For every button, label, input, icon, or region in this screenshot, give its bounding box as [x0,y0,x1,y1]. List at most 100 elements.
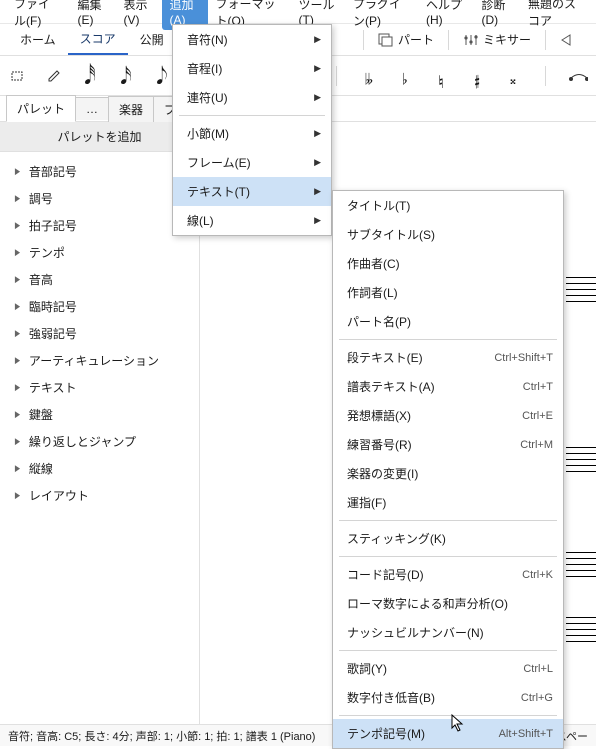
palette-item-label: 縦線 [29,460,53,477]
shortcut-label: Ctrl+K [522,569,553,581]
submenu2-item-3[interactable]: 作詞者(L) [333,278,563,307]
sharp-icon[interactable]: ♯ [467,66,487,86]
tab-instruments[interactable]: 楽器 [108,96,154,122]
chevron-right-icon: ▶ [15,166,20,177]
note-8th-icon[interactable]: 𝅘𝅥𝅮 [152,66,172,86]
submenu1-item-4[interactable]: フレーム(E)▶ [173,148,331,177]
palette-item-label: 臨時記号 [29,298,77,315]
tab-more[interactable]: … [75,97,109,120]
pencil-icon[interactable] [44,66,64,86]
submenu2-item-11[interactable]: スティッキング(K) [333,524,563,553]
chevron-right-icon: ▶ [15,274,20,285]
submenu1-item-6[interactable]: 線(L)▶ [173,206,331,235]
palette-item-1[interactable]: ▶調号 [0,185,199,212]
palette-item-label: テキスト [29,379,77,396]
submenu2-item-17[interactable]: テンポ記号(M)Alt+Shift+T [333,719,563,748]
palette-item-6[interactable]: ▶ 強弱記号 [0,320,199,347]
submenu2-item-4[interactable]: パート名(P) [333,307,563,336]
submenu2-item-7[interactable]: 発想標語(X)Ctrl+E [333,401,563,430]
double-sharp-icon[interactable]: 𝄪 [503,66,523,86]
palette-item-5[interactable]: ▶臨時記号 [0,293,199,320]
submenu2-item-14[interactable]: ナッシュビルナンバー(N) [333,618,563,647]
double-flat-icon[interactable]: 𝄫 [359,66,379,86]
submenu2-item-9[interactable]: 楽器の変更(I) [333,459,563,488]
shortcut-label: Ctrl+G [521,692,553,704]
mixer-icon [463,33,479,47]
submenu1-item-5[interactable]: テキスト(T)▶ [173,177,331,206]
submenu2-item-12[interactable]: コード記号(D)Ctrl+K [333,560,563,589]
chevron-right-icon: ▶ [314,63,321,74]
submenu2-item-13[interactable]: ローマ数字による和声分析(O) [333,589,563,618]
palette-item-11[interactable]: ▶ 縦線 [0,455,199,482]
shortcut-label: Ctrl+E [522,410,553,422]
palette-item-4[interactable]: ▶ 音高 [0,266,199,293]
submenu2-item-8[interactable]: 練習番号(R)Ctrl+M [333,430,563,459]
shortcut-label: Ctrl+Shift+T [494,352,553,364]
chevron-right-icon: ▶ [314,128,321,139]
chevron-right-icon: ▶ [314,34,321,45]
undo-icon[interactable] [552,29,588,51]
chevron-right-icon: ▶ [15,328,20,339]
note-32nd-icon[interactable]: 𝅘𝅥𝅰 [80,66,100,86]
shortcut-label: Ctrl+M [520,439,553,451]
palette-item-label: 繰り返しとジャンプ [29,433,136,450]
palette-item-10[interactable]: ▶ 繰り返しとジャンプ [0,428,199,455]
tie-icon[interactable] [568,66,588,86]
chevron-right-icon: ▶ [314,215,321,226]
mixer-button[interactable]: ミキサー [455,27,539,52]
submenu1-item-3[interactable]: 小節(M)▶ [173,119,331,148]
chevron-right-icon: ▶ [15,382,20,393]
chevron-right-icon: ▶ [15,220,20,231]
submenu1-item-0[interactable]: 音符(N)▶ [173,25,331,54]
palette-item-label: 音部記号 [29,163,77,180]
palette-item-label: 鍵盤 [29,406,53,423]
tab-publish[interactable]: 公開 [128,25,176,54]
chevron-right-icon: ▶ [314,92,321,103]
flat-icon[interactable]: ♭ [395,66,415,86]
submenu2-item-16[interactable]: 数字付き低音(B)Ctrl+G [333,683,563,712]
palette-item-7[interactable]: ▶アーティキュレーション [0,347,199,374]
palette-item-2[interactable]: ▶ 拍子記号 [0,212,199,239]
submenu2-item-10[interactable]: 運指(F) [333,488,563,517]
palette-item-label: 拍子記号 [29,217,77,234]
shortcut-label: Ctrl+L [523,663,553,675]
palette-item-8[interactable]: ▶ テキスト [0,374,199,401]
tab-palette[interactable]: パレット [6,95,76,122]
parts-icon [378,33,394,47]
palette-item-0[interactable]: ▶ 音部記号 [0,158,199,185]
palette-item-label: 音高 [29,271,53,288]
submenu2-item-6[interactable]: 譜表テキスト(A)Ctrl+T [333,372,563,401]
status-text: 音符; 音高: C5; 長さ: 4分; 声部: 1; 小節: 1; 拍: 1; … [8,728,315,744]
submenu1-item-1[interactable]: 音程(I)▶ [173,54,331,83]
selection-tool-icon[interactable] [8,66,28,86]
palette-item-12[interactable]: ▶ レイアウト [0,482,199,509]
chevron-right-icon: ▶ [314,157,321,168]
submenu2-item-1[interactable]: サブタイトル(S) [333,220,563,249]
chevron-right-icon: ▶ [15,490,20,501]
palette-item-label: レイアウト [29,487,89,504]
menu-7[interactable]: ヘルプ(H) [418,0,474,30]
tab-home[interactable]: ホーム [8,25,68,54]
natural-icon[interactable]: ♮ [431,66,451,86]
menu-8[interactable]: 診断(D) [474,0,521,30]
chevron-right-icon: ▶ [15,193,20,204]
part-button[interactable]: パート [370,27,442,52]
palette-item-3[interactable]: ▶テンポ [0,239,199,266]
palette-item-label: アーティキュレーション [29,352,159,369]
shortcut-label: Alt+Shift+T [499,728,553,740]
submenu1-item-2[interactable]: 連符(U)▶ [173,83,331,112]
chevron-right-icon: ▶ [15,436,20,447]
submenu2-item-2[interactable]: 作曲者(C) [333,249,563,278]
chevron-right-icon: ▶ [314,186,321,197]
note-16th-icon[interactable]: 𝅘𝅥𝅯 [116,66,136,86]
palette-item-9[interactable]: ▶鍵盤 [0,401,199,428]
submenu2-item-15[interactable]: 歌詞(Y)Ctrl+L [333,654,563,683]
palette-item-label: 強弱記号 [29,325,77,342]
shortcut-label: Ctrl+T [523,381,553,393]
chevron-right-icon: ▶ [15,247,20,258]
chevron-right-icon: ▶ [15,463,20,474]
tab-score[interactable]: スコア [68,24,128,55]
add-palette-button[interactable]: パレットを追加 [0,122,199,152]
submenu2-item-0[interactable]: タイトル(T) [333,191,563,220]
submenu2-item-5[interactable]: 段テキスト(E)Ctrl+Shift+T [333,343,563,372]
